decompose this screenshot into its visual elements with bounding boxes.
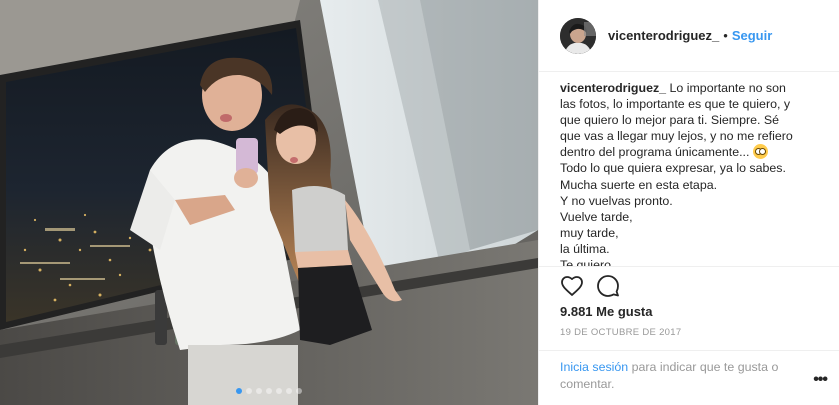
more-options-icon[interactable]: ••• <box>813 371 828 389</box>
post-header: vicenterodriguez_ • Seguir <box>539 0 839 72</box>
flushed-face-emoji-icon <box>752 144 768 160</box>
header-username[interactable]: vicenterodriguez_ <box>608 28 719 43</box>
caption-line: que quiero lo mejor para ti. Siempre. Sé <box>560 113 780 128</box>
instagram-post: vicenterodriguez_ • Seguir vicenterodrig… <box>0 0 839 405</box>
avatar[interactable] <box>560 17 596 54</box>
caption-line: dentro del programa únicamente... <box>560 145 750 160</box>
post-caption: vicenterodriguez_ Lo importante no son l… <box>560 80 826 266</box>
carousel-dot[interactable] <box>236 388 242 394</box>
carousel-dot[interactable] <box>246 388 252 394</box>
heart-icon[interactable] <box>560 274 584 298</box>
caption-line: Mucha suerte en esta etapa. <box>560 177 718 192</box>
caption-line: que vas a llegar muy lejos, y no me refi… <box>560 129 793 144</box>
caption-line: Todo lo que quiera expresar, ya lo sabes… <box>560 161 786 176</box>
mirror-selfie-image <box>0 0 538 405</box>
header-separator: • <box>723 28 728 43</box>
login-prompt: Inicia sesión para indicar que te gusta … <box>560 359 790 393</box>
carousel-dot[interactable] <box>286 388 292 394</box>
login-link[interactable]: Inicia sesión <box>560 360 628 374</box>
caption-line: Lo importante no son <box>669 81 786 95</box>
carousel-dot[interactable] <box>256 388 262 394</box>
post-photo[interactable] <box>0 0 538 405</box>
caption-line: muy tarde, <box>560 225 619 240</box>
caption-line: Te quiero. <box>560 258 615 266</box>
caption-line: Y no vuelvas pronto. <box>560 193 673 208</box>
carousel-dot[interactable] <box>276 388 282 394</box>
carousel-dot[interactable] <box>296 388 302 394</box>
caption-line: Vuelve tarde, <box>560 209 633 224</box>
divider <box>539 266 839 267</box>
carousel-dot[interactable] <box>266 388 272 394</box>
caption-line: las fotos, lo importante es que te quier… <box>560 97 791 112</box>
carousel-indicator <box>0 388 538 394</box>
likes-count[interactable]: 9.881 Me gusta <box>560 304 653 319</box>
caption-line: la última. <box>560 241 610 256</box>
avatar-image <box>560 17 596 54</box>
follow-button[interactable]: Seguir <box>732 28 772 43</box>
post-actions <box>560 274 620 298</box>
comment-icon[interactable] <box>596 274 620 298</box>
post-date[interactable]: 19 DE OCTUBRE DE 2017 <box>560 327 681 338</box>
post-side-panel: vicenterodriguez_ • Seguir vicenterodrig… <box>538 0 839 405</box>
divider <box>539 350 839 351</box>
caption-username[interactable]: vicenterodriguez_ <box>560 81 666 95</box>
